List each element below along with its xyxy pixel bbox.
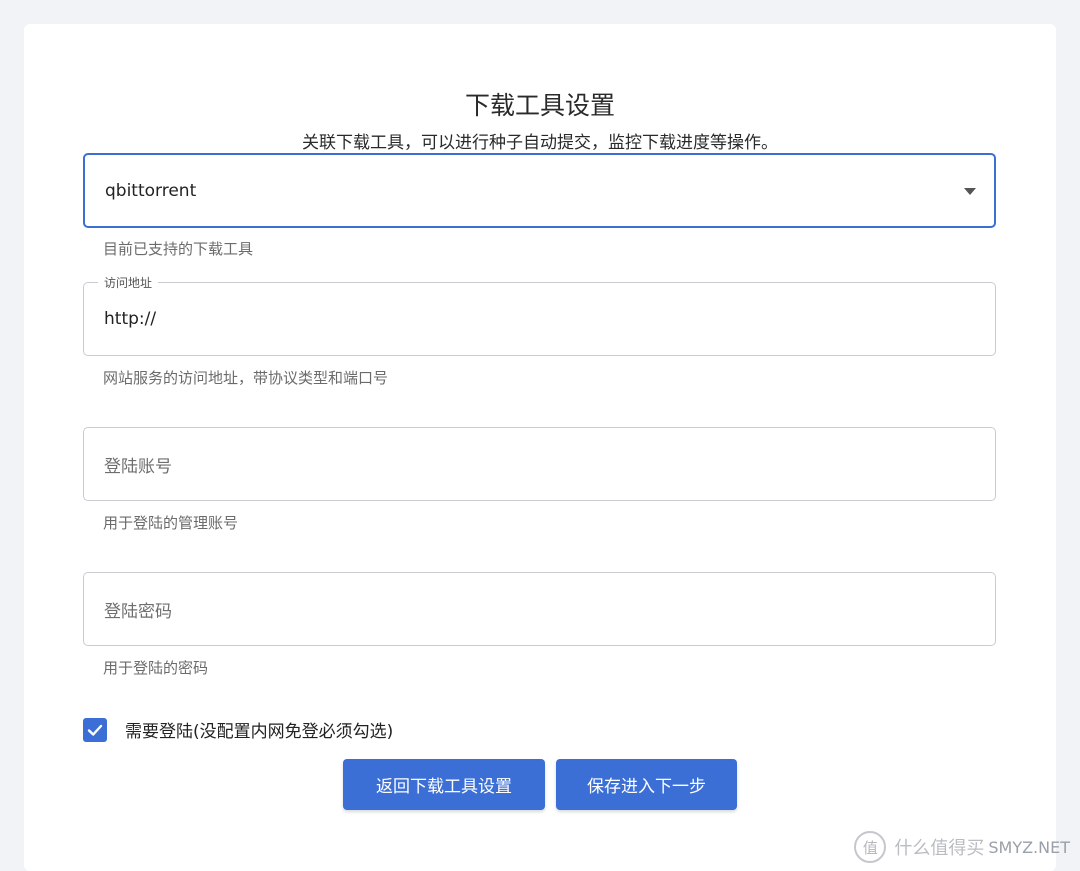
chevron-down-icon[interactable] [964,188,976,195]
address-input-value[interactable]: http:// [104,283,156,355]
watermark: 值 什么值得买 SMYZ.NET [854,831,1070,863]
username-placeholder: 登陆账号 [104,456,172,477]
checkmark-icon [87,724,103,736]
login-required-checkbox[interactable] [83,717,107,742]
password-placeholder: 登陆密码 [104,601,172,622]
address-helper: 网站服务的访问地址，带协议类型和端口号 [103,369,389,387]
watermark-logo-icon: 值 [854,831,887,863]
login-required-row[interactable]: 需要登陆(没配置内网免登必须勾选) [83,717,393,742]
address-field[interactable]: 访问地址 http:// [83,274,996,356]
watermark-text: 什么值得买 [894,838,985,859]
watermark-brand: SMYZ.NET [988,837,1070,857]
downloader-helper: 目前已支持的下载工具 [103,240,254,258]
back-button[interactable]: 返回下载工具设置 [343,759,545,810]
login-required-label[interactable]: 需要登陆(没配置内网免登必须勾选) [125,717,393,742]
password-helper: 用于登陆的密码 [103,659,209,677]
downloader-selected-value: qbittorrent [105,180,197,201]
page-title: 下载工具设置 [464,91,615,120]
username-field[interactable]: 登陆账号 [83,427,996,501]
page-subtitle: 关联下载工具，可以进行种子自动提交，监控下载进度等操作。 [302,133,778,153]
username-helper: 用于登陆的管理账号 [103,514,239,532]
save-next-button[interactable]: 保存进入下一步 [556,759,737,810]
downloader-select[interactable]: qbittorrent [83,153,996,228]
password-field[interactable]: 登陆密码 [83,572,996,646]
